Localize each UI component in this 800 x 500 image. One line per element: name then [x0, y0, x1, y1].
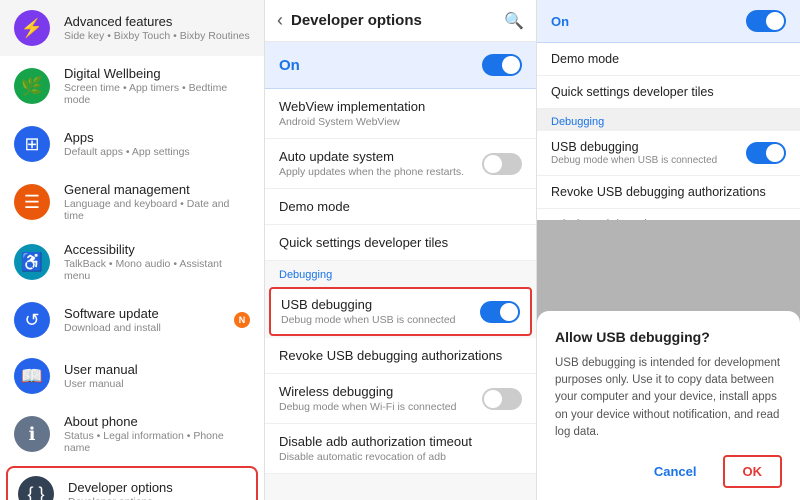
- wireless-debugging-toggle[interactable]: [482, 388, 522, 410]
- software-update-title: Software update: [64, 306, 161, 321]
- sidebar-item-general-management[interactable]: ☰ General managementLanguage and keyboard…: [0, 172, 264, 232]
- sidebar-item-advanced-features[interactable]: ⚡ Advanced featuresSide key • Bixby Touch…: [0, 0, 264, 56]
- wireless-debugging-item[interactable]: Wireless debugging Debug mode when Wi-Fi…: [265, 374, 536, 424]
- wireless-debugging-subtitle: Debug mode when Wi-Fi is connected: [279, 401, 456, 413]
- apps-subtitle: Default apps • App settings: [64, 146, 190, 158]
- debugging-label: Debugging: [265, 261, 536, 285]
- demo-mode-item[interactable]: Demo mode: [265, 189, 536, 225]
- right-demo-mode-item[interactable]: Demo mode: [537, 43, 800, 76]
- right-on-toggle-row[interactable]: On: [537, 0, 800, 43]
- usb-debugging-toggle[interactable]: [480, 301, 520, 323]
- usb-debugging-title: USB debugging: [281, 297, 456, 312]
- developer-options-panel: ‹ Developer options 🔍 On WebView impleme…: [265, 0, 537, 500]
- general-management-subtitle: Language and keyboard • Date and time: [64, 198, 250, 222]
- right-usb-debugging-item[interactable]: USB debugging Debug mode when USB is con…: [537, 131, 800, 176]
- auto-update-toggle[interactable]: [482, 153, 522, 175]
- settings-menu: ⚡ Advanced featuresSide key • Bixby Touch…: [0, 0, 265, 500]
- usb-debugging-subtitle: Debug mode when USB is connected: [281, 314, 456, 326]
- sidebar-item-apps[interactable]: ⊞ AppsDefault apps • App settings: [0, 116, 264, 172]
- dialog-body: USB debugging is intended for developmen…: [555, 355, 782, 441]
- mid-panel-title: Developer options: [291, 12, 496, 29]
- software-update-icon: ↺: [14, 302, 50, 338]
- sidebar-item-accessibility[interactable]: ♿ AccessibilityTalkBack • Mono audio • As…: [0, 232, 264, 292]
- revoke-usb-item[interactable]: Revoke USB debugging authorizations: [265, 338, 536, 374]
- on-label: On: [279, 57, 300, 74]
- right-usb-subtitle: Debug mode when USB is connected: [551, 155, 717, 166]
- on-toggle-row[interactable]: On: [265, 42, 536, 89]
- developer-options-title: Developer options: [68, 480, 173, 495]
- webview-title: WebView implementation: [279, 99, 522, 114]
- auto-update-title: Auto update system: [279, 149, 464, 164]
- software-update-badge: N: [234, 312, 250, 328]
- demo-mode-title: Demo mode: [279, 199, 522, 214]
- dialog-cancel-button[interactable]: Cancel: [638, 455, 713, 488]
- disable-adb-subtitle: Disable automatic revocation of adb: [279, 451, 522, 463]
- dialog-overlay: Allow USB debugging? USB debugging is in…: [537, 220, 800, 500]
- about-phone-icon: ℹ: [14, 416, 50, 452]
- quick-tiles-item[interactable]: Quick settings developer tiles: [265, 225, 536, 261]
- developer-options-icon: { }: [18, 476, 54, 500]
- right-demo-mode-title: Demo mode: [551, 52, 786, 66]
- general-management-title: General management: [64, 182, 250, 197]
- usb-dialog: Allow USB debugging? USB debugging is in…: [537, 311, 800, 500]
- about-phone-subtitle: Status • Legal information • Phone name: [64, 430, 250, 454]
- dialog-ok-button[interactable]: OK: [723, 455, 783, 488]
- sidebar-item-developer-options[interactable]: { } Developer optionsDeveloper options: [6, 466, 258, 500]
- right-usb-title: USB debugging: [551, 140, 717, 154]
- right-panel: On Demo mode Quick settings developer ti…: [537, 0, 800, 500]
- user-manual-icon: 📖: [14, 358, 50, 394]
- advanced-features-icon: ⚡: [14, 10, 50, 46]
- usb-debugging-item[interactable]: USB debugging Debug mode when USB is con…: [269, 287, 532, 336]
- right-on-label: On: [551, 14, 569, 29]
- sidebar-item-digital-wellbeing[interactable]: 🌿 Digital WellbeingScreen time • App time…: [0, 56, 264, 116]
- auto-update-subtitle: Apply updates when the phone restarts.: [279, 166, 464, 178]
- mid-panel-header: ‹ Developer options 🔍: [265, 0, 536, 42]
- right-wireless-item[interactable]: Wireless debugging Debug mode when Wi-Fi…: [537, 209, 800, 220]
- right-quick-tiles-item[interactable]: Quick settings developer tiles: [537, 76, 800, 109]
- about-phone-title: About phone: [64, 414, 250, 429]
- sidebar-item-software-update[interactable]: ↺ Software updateDownload and install N: [0, 292, 264, 348]
- advanced-features-title: Advanced features: [64, 14, 250, 29]
- digital-wellbeing-title: Digital Wellbeing: [64, 66, 250, 81]
- software-update-subtitle: Download and install: [64, 322, 161, 334]
- search-icon[interactable]: 🔍: [504, 11, 524, 31]
- sidebar-item-about-phone[interactable]: ℹ About phoneStatus • Legal information •…: [0, 404, 264, 464]
- on-toggle[interactable]: [482, 54, 522, 76]
- wireless-debugging-title: Wireless debugging: [279, 384, 456, 399]
- disable-adb-item[interactable]: Disable adb authorization timeout Disabl…: [265, 424, 536, 474]
- right-debugging-label: Debugging: [537, 109, 800, 131]
- webview-item[interactable]: WebView implementation Android System We…: [265, 89, 536, 139]
- apps-icon: ⊞: [14, 126, 50, 162]
- accessibility-title: Accessibility: [64, 242, 250, 257]
- developer-options-subtitle: Developer options: [68, 496, 173, 500]
- accessibility-subtitle: TalkBack • Mono audio • Assistant menu: [64, 258, 250, 282]
- digital-wellbeing-subtitle: Screen time • App timers • Bedtime mode: [64, 82, 250, 106]
- right-top-section: On Demo mode Quick settings developer ti…: [537, 0, 800, 220]
- dialog-buttons: Cancel OK: [555, 455, 782, 488]
- webview-subtitle: Android System WebView: [279, 116, 522, 128]
- sidebar-item-user-manual[interactable]: 📖 User manualUser manual: [0, 348, 264, 404]
- right-revoke-item[interactable]: Revoke USB debugging authorizations: [537, 176, 800, 209]
- general-management-icon: ☰: [14, 184, 50, 220]
- revoke-usb-title: Revoke USB debugging authorizations: [279, 348, 522, 363]
- dialog-title: Allow USB debugging?: [555, 329, 782, 345]
- right-usb-toggle[interactable]: [746, 142, 786, 164]
- user-manual-title: User manual: [64, 362, 138, 377]
- accessibility-icon: ♿: [14, 244, 50, 280]
- right-quick-tiles-title: Quick settings developer tiles: [551, 85, 786, 99]
- quick-tiles-title: Quick settings developer tiles: [279, 235, 522, 250]
- advanced-features-subtitle: Side key • Bixby Touch • Bixby Routines: [64, 30, 250, 42]
- auto-update-item[interactable]: Auto update system Apply updates when th…: [265, 139, 536, 189]
- user-manual-subtitle: User manual: [64, 378, 138, 390]
- apps-title: Apps: [64, 130, 190, 145]
- digital-wellbeing-icon: 🌿: [14, 68, 50, 104]
- back-icon[interactable]: ‹: [277, 10, 283, 31]
- disable-adb-title: Disable adb authorization timeout: [279, 434, 522, 449]
- right-revoke-title: Revoke USB debugging authorizations: [551, 185, 786, 199]
- right-on-toggle[interactable]: [746, 10, 786, 32]
